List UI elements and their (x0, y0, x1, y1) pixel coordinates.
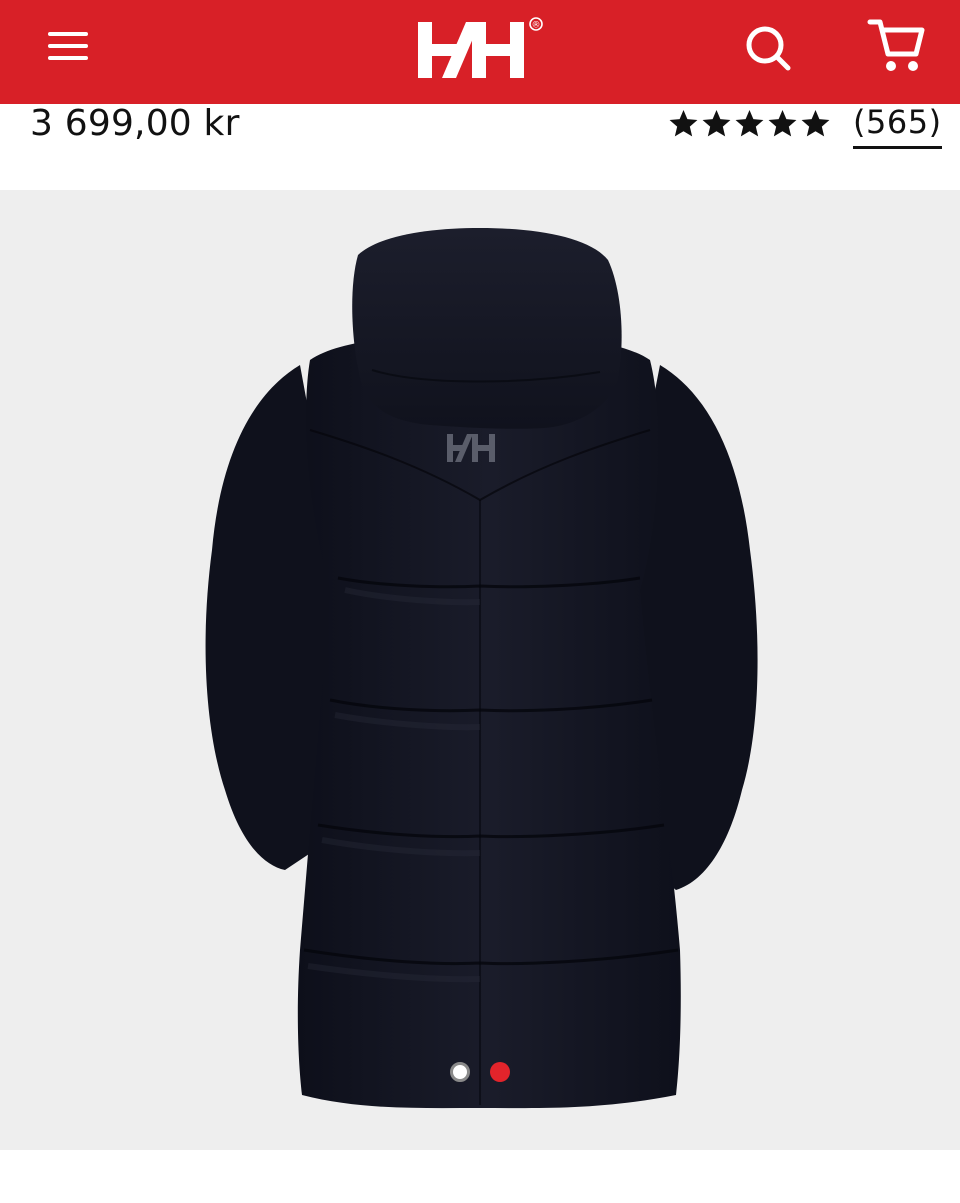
cart-button[interactable] (866, 16, 928, 76)
star-icon (669, 109, 698, 137)
star-icon (801, 109, 830, 137)
search-icon (746, 26, 791, 71)
star-icon (768, 109, 797, 137)
price-rating-row: 3 699,00 kr (565) (0, 104, 960, 190)
review-count-link[interactable]: (565) (853, 104, 942, 149)
menu-button[interactable] (40, 28, 96, 68)
product-image (205, 228, 758, 1109)
hamburger-menu-icon-line (48, 44, 88, 48)
hamburger-menu-icon-line (48, 56, 88, 60)
registered-mark: ® (532, 21, 541, 31)
shopping-cart-icon (867, 19, 925, 71)
gallery-dot-2-active[interactable] (490, 1062, 510, 1082)
product-image-gallery[interactable] (0, 190, 960, 1150)
product-rating: (565) (668, 104, 942, 150)
page-bottom-spacer (0, 1150, 960, 1203)
star-icon (702, 109, 731, 137)
top-navigation-bar: ® (0, 0, 960, 104)
search-button[interactable] (740, 20, 796, 76)
product-price: 3 699,00 kr (30, 103, 240, 144)
rating-stars (668, 108, 831, 139)
hamburger-menu-icon-line (48, 32, 88, 36)
gallery-dot-1[interactable] (450, 1062, 470, 1082)
helly-hansen-logo-icon[interactable]: ® (412, 12, 548, 84)
star-icon (735, 109, 764, 137)
